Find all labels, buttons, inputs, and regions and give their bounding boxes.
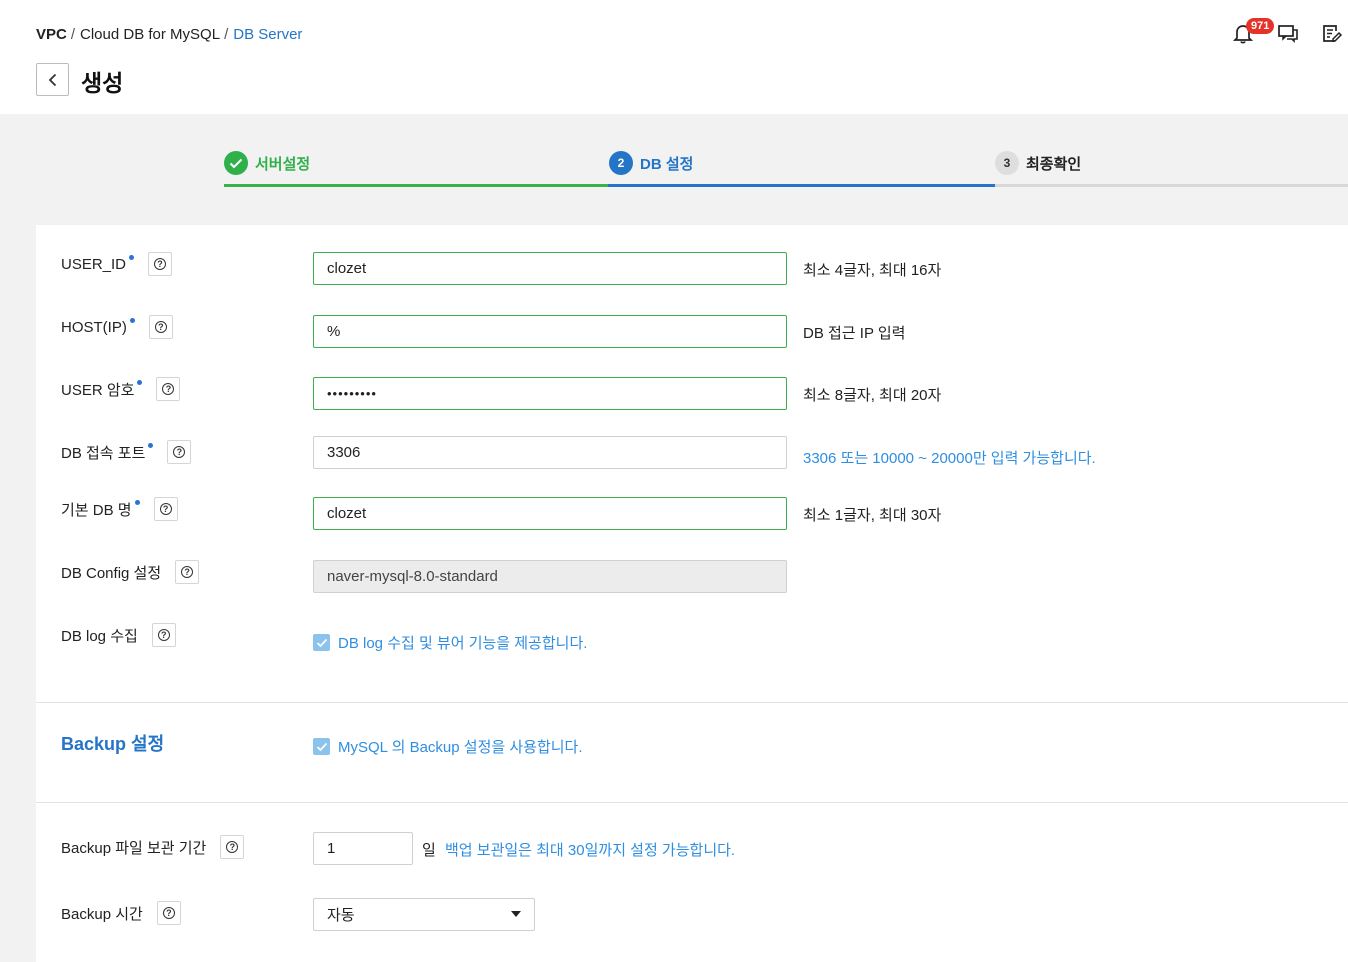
breadcrumb-separator: / xyxy=(70,26,76,43)
backup-retention-label: Backup 파일 보관 기간 ? xyxy=(61,835,245,859)
host-ip-hint: DB 접근 IP 입력 xyxy=(803,325,906,342)
step-progress-pending xyxy=(995,184,1348,187)
default-db-label: 기본 DB 명 ? xyxy=(61,497,178,521)
help-button[interactable]: ? xyxy=(167,440,192,464)
breadcrumb-separator: / xyxy=(224,26,229,43)
help-button[interactable]: ? xyxy=(220,835,245,859)
user-id-hint: 최소 4글자, 최대 16자 xyxy=(803,262,942,279)
user-password-input[interactable]: ••••••••• xyxy=(313,377,787,410)
required-dot xyxy=(129,254,135,260)
help-button[interactable]: ? xyxy=(175,560,200,584)
check-icon xyxy=(224,151,248,175)
user-id-label: USER_ID ? xyxy=(61,252,173,276)
help-icon: ? xyxy=(159,503,172,515)
step-progress-active xyxy=(608,184,995,187)
db-port-input[interactable]: 3306 xyxy=(313,436,787,469)
help-button[interactable]: ? xyxy=(153,497,178,521)
checkbox-checked-icon xyxy=(313,738,330,755)
help-icon: ? xyxy=(162,907,175,919)
section-divider xyxy=(36,702,1348,703)
help-icon: ? xyxy=(157,629,170,641)
step-label: 최종확인 xyxy=(1026,155,1082,173)
required-dot xyxy=(137,379,143,385)
step-progress-done xyxy=(224,184,608,187)
step-label: DB 설정 xyxy=(640,155,694,173)
help-icon: ? xyxy=(154,258,167,270)
help-icon: ? xyxy=(154,321,167,333)
db-config-label: DB Config 설정 ? xyxy=(61,560,200,584)
label-text: DB 접속 포트 xyxy=(61,444,146,462)
backup-time-select[interactable]: 자동 xyxy=(313,898,535,931)
required-dot xyxy=(148,442,154,448)
host-ip-label: HOST(IP) ? xyxy=(61,315,173,339)
db-port-label: DB 접속 포트 ? xyxy=(61,440,192,464)
breadcrumb-db-server[interactable]: DB Server xyxy=(233,26,302,43)
help-button[interactable]: ? xyxy=(156,377,181,401)
help-button[interactable]: ? xyxy=(151,623,176,647)
page-title: 생성 xyxy=(81,71,124,97)
help-icon: ? xyxy=(181,566,194,578)
notification-count-badge: 971 xyxy=(1246,18,1275,34)
backup-time-label: Backup 시간 ? xyxy=(61,901,181,925)
db-log-label: DB log 수집 ? xyxy=(61,623,176,647)
help-icon: ? xyxy=(226,841,239,853)
step-db-settings: 2 DB 설정 xyxy=(609,151,693,175)
step-server-settings: 서버설정 xyxy=(224,151,310,175)
label-text: USER_ID xyxy=(61,255,127,273)
breadcrumb: VPC / Cloud DB for MySQL / DB Server xyxy=(36,26,302,43)
section-divider xyxy=(36,802,1348,803)
backup-retention-input[interactable]: 1 xyxy=(313,832,413,865)
step-number: 3 xyxy=(995,151,1019,175)
help-button[interactable]: ? xyxy=(148,252,173,276)
required-dot xyxy=(134,499,140,505)
label-text: 기본 DB 명 xyxy=(61,501,132,519)
db-log-checkbox-label: DB log 수집 및 뷰어 기능을 제공합니다. xyxy=(338,635,588,652)
label-text: HOST(IP) xyxy=(61,318,127,336)
db-port-hint: 3306 또는 10000 ~ 20000만 입력 가능합니다. xyxy=(803,450,1096,467)
user-password-hint: 최소 8글자, 최대 20자 xyxy=(803,387,942,404)
memo-icon[interactable] xyxy=(1321,22,1343,44)
backup-retention-unit: 일 xyxy=(422,842,436,859)
checkbox-checked-icon xyxy=(313,634,330,651)
step-number: 2 xyxy=(609,151,633,175)
default-db-input[interactable]: clozet xyxy=(313,497,787,530)
backup-enable-label: MySQL 의 Backup 설정을 사용합니다. xyxy=(338,739,583,756)
breadcrumb-vpc[interactable]: VPC xyxy=(36,26,67,43)
host-ip-input[interactable]: % xyxy=(313,315,787,348)
backup-section-title: Backup 설정 xyxy=(61,734,165,754)
required-dot xyxy=(129,317,135,323)
db-log-checkbox[interactable]: DB log 수집 및 뷰어 기능을 제공합니다. xyxy=(313,632,587,653)
step-final-confirm: 3 최종확인 xyxy=(995,151,1081,175)
label-text: Backup 파일 보관 기간 xyxy=(61,839,207,857)
breadcrumb-cloud-db[interactable]: Cloud DB for MySQL xyxy=(80,26,220,43)
page-header: VPC / Cloud DB for MySQL / DB Server 생성 … xyxy=(0,0,1348,114)
label-text: DB Config 설정 xyxy=(61,564,162,582)
chevron-left-icon xyxy=(48,73,56,86)
chat-icon[interactable] xyxy=(1277,22,1299,44)
help-button[interactable]: ? xyxy=(148,315,173,339)
default-db-hint: 최소 1글자, 최대 30자 xyxy=(803,507,942,524)
db-config-field: naver-mysql-8.0-standard xyxy=(313,560,787,593)
backup-enable-checkbox[interactable]: MySQL 의 Backup 설정을 사용합니다. xyxy=(313,736,583,757)
backup-retention-hint: 백업 보관일은 최대 30일까지 설정 가능합니다. xyxy=(445,842,736,859)
user-password-label: USER 암호 ? xyxy=(61,377,181,401)
help-icon: ? xyxy=(173,446,186,458)
label-text: DB log 수집 xyxy=(61,627,138,645)
back-button[interactable] xyxy=(36,63,69,96)
label-text: Backup 시간 xyxy=(61,905,143,923)
help-icon: ? xyxy=(162,383,175,395)
label-text: USER 암호 xyxy=(61,381,135,399)
caret-down-icon xyxy=(511,911,521,917)
step-label: 서버설정 xyxy=(255,155,311,173)
backup-time-value: 자동 xyxy=(327,907,355,924)
user-id-input[interactable]: clozet xyxy=(313,252,787,285)
help-button[interactable]: ? xyxy=(156,901,181,925)
